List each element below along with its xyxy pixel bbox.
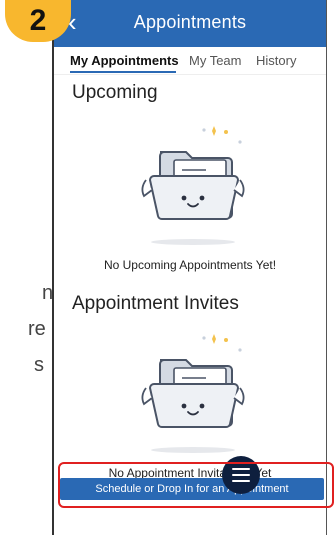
- empty-folder-illustration: [141, 334, 245, 453]
- tab-my-team[interactable]: My Team: [189, 53, 242, 68]
- left-background: [0, 0, 52, 535]
- tab-bar: My Appointments My Team History: [54, 47, 326, 75]
- appointment-invites-heading: Appointment Invites: [72, 293, 239, 314]
- active-tab-indicator: [70, 71, 176, 73]
- app-bar: ‹ Appointments: [54, 0, 326, 47]
- side-text-3: s: [34, 354, 44, 376]
- tab-my-appointments[interactable]: My Appointments: [70, 53, 179, 68]
- phone-screen: ‹ Appointments My Appointments My Team H…: [52, 0, 327, 535]
- upcoming-empty-message: No Upcoming Appointments Yet!: [103, 258, 277, 272]
- highlight-annotation: [58, 462, 334, 508]
- tab-history[interactable]: History: [256, 53, 296, 68]
- empty-folder-illustration: [141, 126, 245, 245]
- step-number: 2: [29, 4, 47, 37]
- upcoming-heading: Upcoming: [72, 82, 158, 103]
- side-text-2: re: [28, 318, 46, 340]
- page-title: Appointments: [133, 12, 247, 32]
